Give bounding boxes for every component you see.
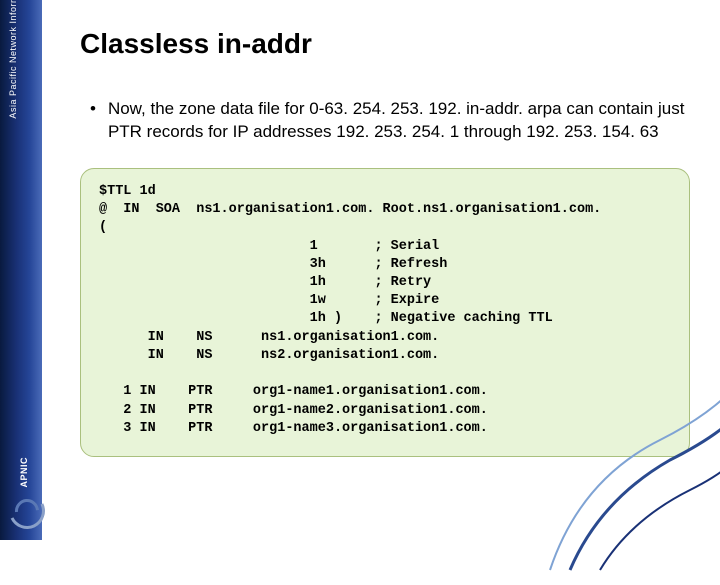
slide-content: Classless in-addr • Now, the zone data f… xyxy=(80,28,690,457)
logo-text: APNIC xyxy=(19,457,29,488)
slide-title: Classless in-addr xyxy=(80,28,690,60)
apnic-logo: APNIC xyxy=(0,352,48,532)
zone-file-code: $TTL 1d @ IN SOA ns1.organisation1.com. … xyxy=(80,168,690,457)
slide: Asia Pacific Network Information Centre … xyxy=(0,0,720,540)
bullet-dot-icon: • xyxy=(90,98,96,144)
swirl-icon xyxy=(4,488,44,528)
bullet-item: • Now, the zone data file for 0-63. 254.… xyxy=(90,98,690,144)
bullet-text: Now, the zone data file for 0-63. 254. 2… xyxy=(108,98,690,144)
sidebar-org-name: Asia Pacific Network Information Centre xyxy=(8,0,18,119)
